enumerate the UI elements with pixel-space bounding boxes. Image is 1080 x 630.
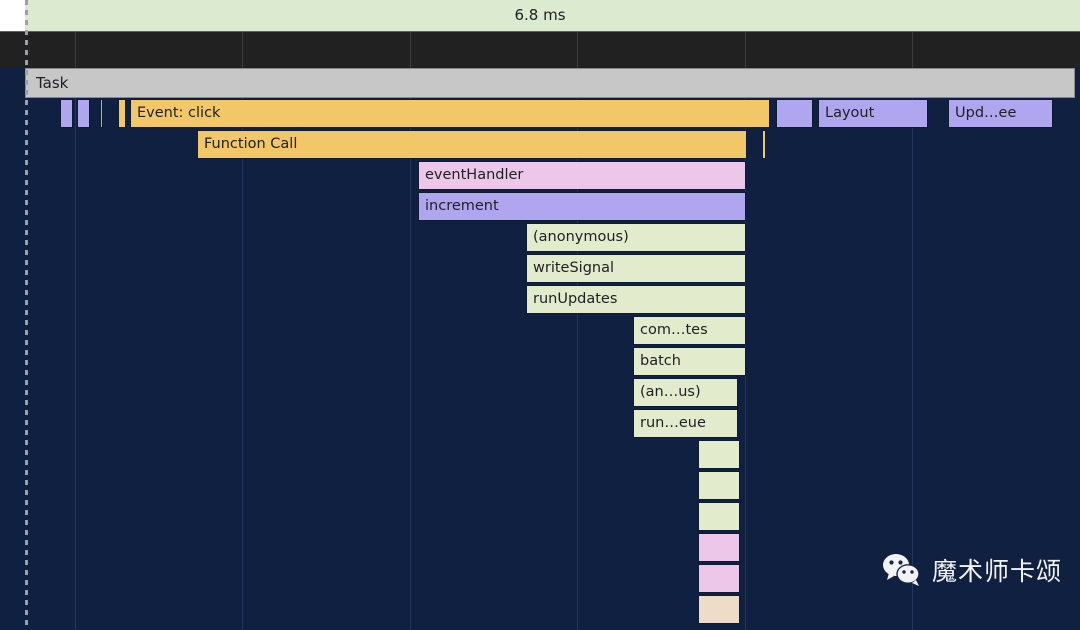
- watermark: 魔术师卡颂: [882, 552, 1062, 588]
- ruler-gridline-4: [745, 32, 746, 68]
- flame-bar-r1-0[interactable]: [60, 99, 73, 128]
- flame-bar-layout[interactable]: Layout: [818, 99, 928, 128]
- ruler-gridline-2: [410, 32, 411, 68]
- flame-bar-r1-3[interactable]: [118, 99, 126, 128]
- chart-gridline-0: [75, 67, 76, 630]
- flame-bar-com-tes[interactable]: com…tes: [633, 316, 746, 345]
- flame-bar-r2-1[interactable]: [762, 130, 766, 159]
- overview-summary-strip: 6.8 ms: [0, 0, 1080, 31]
- flame-bar-r13-0[interactable]: [698, 471, 740, 500]
- flame-bar-r15-0[interactable]: [698, 533, 740, 562]
- ruler-gridline-1: [242, 32, 243, 68]
- flame-bar-r1-2[interactable]: [100, 99, 103, 128]
- overview-duration-label: 6.8 ms: [514, 6, 566, 24]
- flame-bar-r16-0[interactable]: [698, 564, 740, 593]
- flame-bar-event-click[interactable]: Event: click: [130, 99, 770, 128]
- flame-bar-r1-1[interactable]: [77, 99, 90, 128]
- flame-bar-r14-0[interactable]: [698, 502, 740, 531]
- ruler-gridline-3: [577, 32, 578, 68]
- ruler-gridline-0: [75, 32, 76, 68]
- flame-chart-canvas[interactable]: Task Event: click Layout Upd…ee Function Cal…: [0, 67, 1080, 630]
- flame-bar-batch[interactable]: batch: [633, 347, 746, 376]
- timeline-start-marker: [25, 0, 28, 630]
- flame-bar-an-us[interactable]: (an…us): [633, 378, 738, 407]
- flame-bar-function-call[interactable]: Function Call: [197, 130, 747, 159]
- flame-bar-run-eue[interactable]: run…eue: [633, 409, 738, 438]
- flame-bar-writesignal[interactable]: writeSignal: [526, 254, 746, 283]
- flame-bar-runupdates[interactable]: runUpdates: [526, 285, 746, 314]
- ruler-gridline-5: [912, 32, 913, 68]
- flame-bar-r1-5[interactable]: [776, 99, 813, 128]
- watermark-account-name: 魔术师卡颂: [931, 557, 1062, 586]
- time-ruler-band[interactable]: [0, 31, 1080, 68]
- flame-bar-r17-0[interactable]: [698, 595, 740, 624]
- flame-bar-anonymous[interactable]: (anonymous): [526, 223, 746, 252]
- chart-gridline-5: [912, 67, 913, 630]
- flame-bar-eventhandler[interactable]: eventHandler: [418, 161, 746, 190]
- flame-bar-increment[interactable]: increment: [418, 192, 746, 221]
- flame-bar-upd-ee[interactable]: Upd…ee: [948, 99, 1053, 128]
- flame-bar-task[interactable]: Task: [25, 68, 1075, 98]
- wechat-icon: [882, 553, 922, 587]
- flame-bar-r12-0[interactable]: [698, 440, 740, 469]
